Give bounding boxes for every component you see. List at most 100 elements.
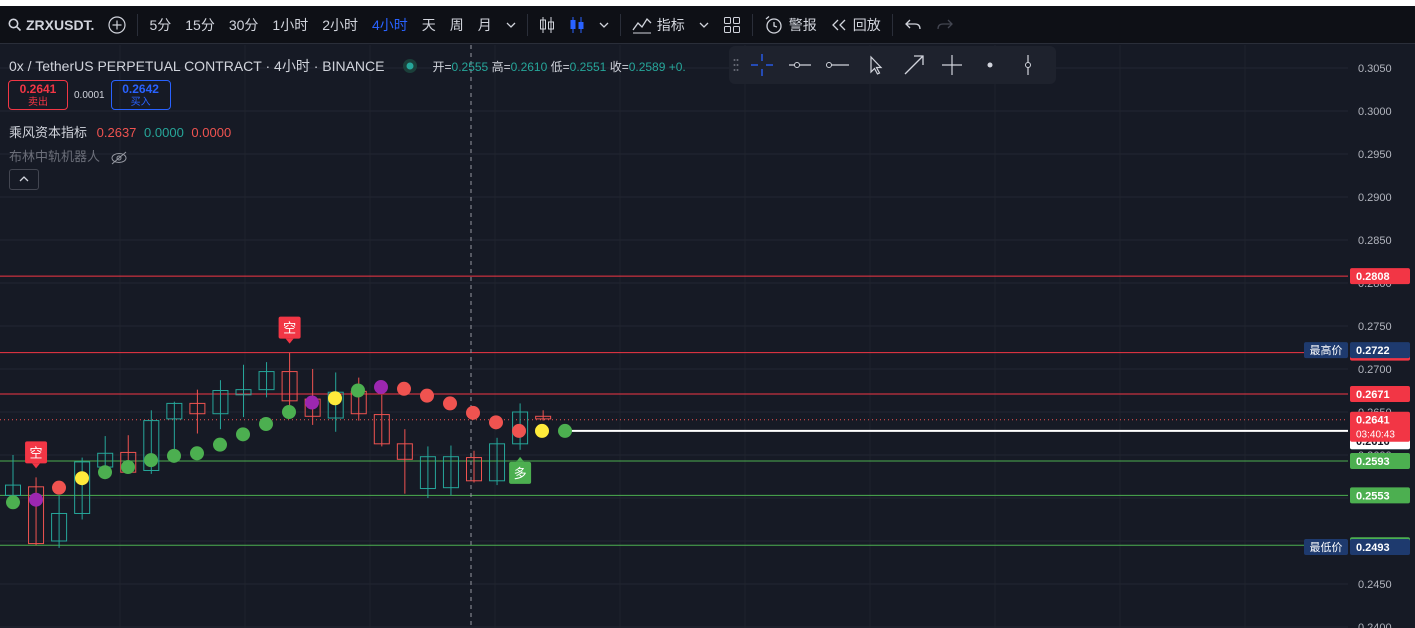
indicator-dot (305, 395, 319, 410)
indicator-row-1[interactable]: 乘风资本指标 0.2637 0.0000 0.0000 (9, 122, 231, 141)
indicator-value-1: 0.2637 (96, 125, 137, 140)
candle-type-button[interactable] (532, 6, 562, 43)
indicator-dot (443, 396, 457, 411)
sell-button[interactable]: 0.2641 卖出 (8, 80, 68, 110)
chart-legend: 0x / TetherUS PERPETUAL CONTRACT · 4小时 ·… (9, 56, 686, 76)
buy-label: 买入 (130, 97, 151, 108)
drawing-toolbar (729, 46, 1056, 84)
buy-button[interactable]: 0.2642 买入 (110, 80, 171, 110)
price-label-name: 最低价 (1310, 541, 1343, 554)
chart-style-button[interactable] (562, 6, 592, 43)
open-value: 0.2555 (451, 59, 489, 74)
chart-title: 0x / TetherUS PERPETUAL CONTRACT · 4小时 ·… (9, 58, 385, 74)
symbol-search[interactable]: ZRXUSDT. (0, 6, 101, 43)
interval-1h[interactable]: 1小时 (265, 6, 315, 43)
price-label: 0.2722 (1356, 345, 1390, 357)
price-label-name: 最高价 (1310, 343, 1343, 357)
trade-widget: 0.2641 卖出 0.0001 0.2642 买入 (8, 80, 171, 110)
arrow-icon[interactable] (895, 46, 933, 84)
indicator-dot (75, 471, 89, 486)
alarm-clock-icon (765, 15, 782, 34)
ohlc-values: 开=0.2555 高=0.2610 低=0.2551 收=0.2589 +0. (433, 58, 686, 75)
interval-5m[interactable]: 5分 (142, 6, 178, 43)
redo-icon (937, 19, 953, 29)
indicator-dot (144, 453, 158, 468)
level-price-label: 0.2593 (1356, 456, 1390, 468)
layout-button[interactable] (716, 6, 748, 43)
chevron-down-icon (699, 22, 709, 28)
indicator-dot (29, 492, 43, 507)
symbol-label: ZRXUSDT. (26, 16, 95, 33)
horizontal-ray-icon[interactable] (781, 46, 819, 84)
price-tick-label: 0.2900 (1358, 192, 1392, 204)
indicator-name: 布林中轨机器人 (9, 149, 101, 164)
alert-label: 警报 (788, 16, 817, 33)
interval-4h[interactable]: 4小时 (365, 6, 415, 43)
interval-30m[interactable]: 30分 (222, 6, 266, 43)
interval-1w[interactable]: 周 (443, 6, 471, 43)
chevron-down-icon (506, 22, 516, 28)
divider (526, 13, 528, 36)
redo-button[interactable] (929, 6, 961, 43)
indicator-dot (374, 380, 388, 395)
interval-15m[interactable]: 15分 (178, 6, 222, 43)
indicator-dot (558, 423, 572, 438)
chevron-down-icon (599, 22, 609, 28)
indicator-dot (328, 391, 342, 406)
search-icon (8, 18, 22, 31)
indicators-dropdown[interactable] (692, 6, 716, 43)
price-tick-label: 0.2700 (1358, 364, 1392, 376)
add-symbol-button[interactable] (101, 6, 133, 43)
low-value: 0.2551 (569, 59, 607, 74)
level-price-label: 0.2808 (1356, 271, 1390, 283)
close-value: 0.2589 (628, 59, 666, 74)
interval-2h[interactable]: 2小时 (315, 6, 365, 43)
price-tick-label: 0.2400 (1358, 622, 1392, 628)
eye-hidden-icon[interactable] (110, 151, 128, 165)
indicator-dot (236, 427, 250, 442)
indicator-dot (52, 480, 66, 495)
market-status-icon (402, 59, 417, 73)
indicator-dot (420, 388, 434, 403)
cross-icon[interactable] (933, 46, 971, 84)
indicator-value-3: 0.0000 (191, 125, 232, 140)
long-signal-label: 多 (514, 466, 527, 481)
price-tick-label: 0.2750 (1358, 321, 1392, 333)
sell-price: 0.2641 (19, 82, 57, 96)
indicators-icon (632, 17, 652, 33)
undo-icon (904, 19, 921, 29)
current-price-label: 0.2641 (1356, 415, 1390, 427)
chart-type-dropdown[interactable] (592, 6, 616, 43)
rewind-icon (831, 19, 846, 30)
interval-1d[interactable]: 天 (415, 6, 443, 43)
divider (891, 13, 893, 36)
horizontal-line-icon[interactable] (819, 46, 857, 84)
indicator-dot (512, 423, 526, 438)
drag-handle-icon[interactable] (729, 46, 743, 84)
interval-dropdown[interactable] (499, 6, 523, 43)
short-signal-label: 空 (30, 445, 43, 460)
indicators-button[interactable]: 指标 (625, 6, 692, 43)
top-toolbar: ZRXUSDT. 5分 15分 30分 1小时 2小时 4小时 天 周 月 指标… (0, 6, 1415, 44)
close-label: 收= (609, 59, 629, 74)
price-tick-label: 0.2950 (1358, 149, 1392, 161)
divider (751, 13, 753, 36)
replay-button[interactable]: 回放 (824, 6, 888, 43)
countdown-label: 03:40:43 (1356, 430, 1395, 441)
indicator-dot (351, 383, 365, 398)
grid-icon (723, 16, 740, 33)
indicator-row-2[interactable]: 布林中轨机器人 (9, 146, 128, 165)
divider (137, 13, 139, 36)
alert-button[interactable]: 警报 (757, 6, 824, 43)
dot-icon[interactable] (971, 46, 1009, 84)
vertical-line-icon[interactable] (1009, 46, 1047, 84)
indicator-dot (213, 437, 227, 452)
replay-label: 回放 (852, 16, 881, 33)
indicator-dot (282, 405, 296, 419)
candles-filled-icon (570, 16, 584, 33)
interval-1mo[interactable]: 月 (471, 6, 499, 43)
cursor-icon[interactable] (857, 46, 895, 84)
undo-button[interactable] (897, 6, 929, 43)
crosshair-icon[interactable] (743, 46, 781, 84)
collapse-legend-button[interactable] (9, 169, 39, 190)
